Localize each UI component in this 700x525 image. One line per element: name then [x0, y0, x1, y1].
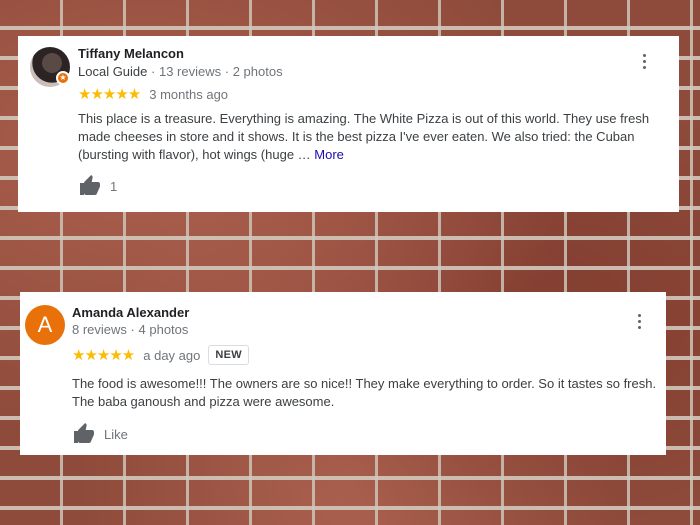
like-label: Like [104, 426, 128, 442]
thumbs-up-icon [80, 175, 100, 195]
more-link[interactable]: More [314, 147, 344, 162]
reviews-count: 8 reviews [72, 322, 127, 337]
review-time: a day ago [143, 347, 201, 363]
like-button[interactable]: 1 [78, 174, 117, 198]
meta-separator: · [224, 64, 230, 79]
review-text: The food is awesome!!! The owners are so… [72, 376, 657, 409]
avatar[interactable]: A [25, 305, 65, 345]
review-card: A Amanda Alexander 8 reviews · 4 photos … [20, 292, 666, 455]
local-guide-label: Local Guide [78, 64, 148, 79]
reviewer-name[interactable]: Tiffany Melancon [78, 46, 184, 61]
photos-count: 2 photos [232, 64, 283, 79]
local-guide-star-icon: ★ [56, 71, 70, 85]
review-body: This place is a treasure. Everything is … [78, 111, 650, 162]
rating-row: ★★★★★ a day ago NEW [72, 345, 249, 365]
photos-count: 4 photos [138, 322, 189, 337]
thumbs-up-icon [74, 423, 94, 443]
review-time: 3 months ago [149, 86, 229, 102]
more-options-icon[interactable] [631, 312, 647, 332]
new-badge: NEW [208, 345, 249, 365]
meta-separator: · [130, 322, 135, 337]
star-rating: ★★★★★ [72, 347, 135, 364]
rating-row: ★★★★★ 3 months ago [78, 85, 228, 103]
review-text: This place is a treasure. Everything is … [78, 110, 668, 164]
reviews-count: 13 reviews [158, 64, 222, 79]
reviewer-meta: Local Guide · 13 reviews · 2 photos [78, 64, 283, 79]
star-rating: ★★★★★ [78, 86, 141, 103]
reviewer-meta: 8 reviews · 4 photos [72, 322, 188, 337]
meta-separator: · [151, 64, 156, 79]
reviewer-name[interactable]: Amanda Alexander [72, 305, 189, 320]
like-button[interactable]: Like [72, 422, 128, 446]
like-count: 1 [110, 178, 118, 194]
more-options-icon[interactable] [636, 52, 652, 72]
review-card: ★ Tiffany Melancon Local Guide · 13 revi… [18, 36, 679, 212]
